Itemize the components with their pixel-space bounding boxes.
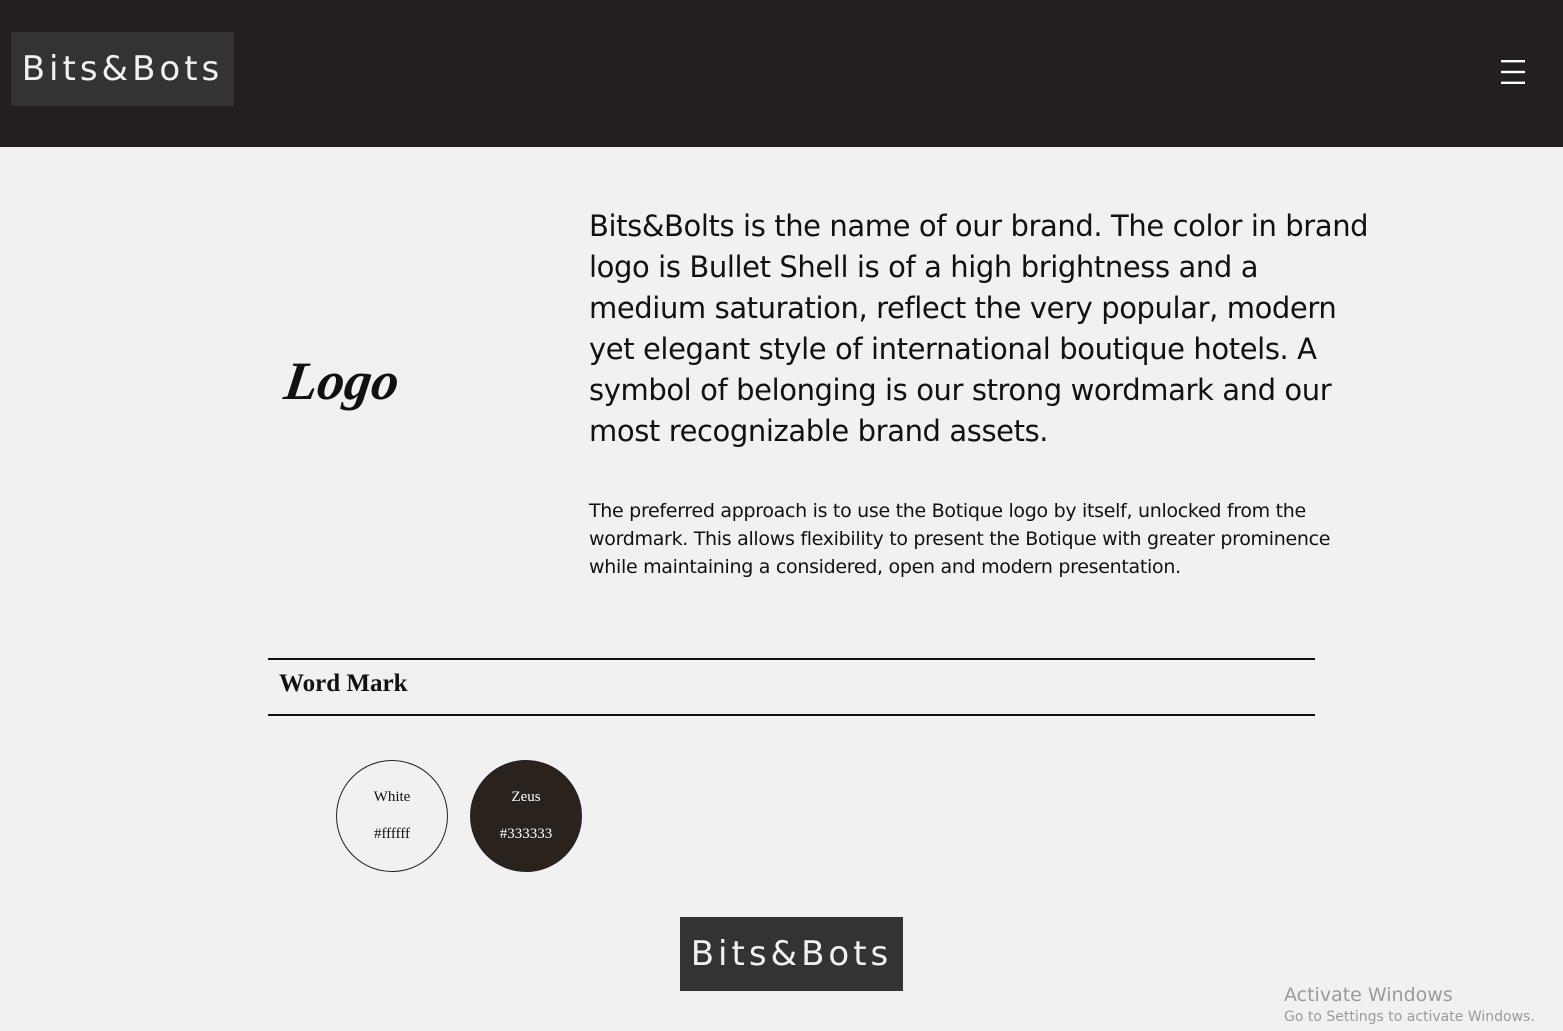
watermark-subtitle: Go to Settings to activate Windows. [1284,1009,1535,1025]
brand-intro-paragraph: Bits&Bolts is the name of our brand. The… [589,209,1369,448]
swatch-hex: #ffffff [373,826,411,842]
watermark-title: Activate Windows [1284,984,1453,1006]
swatch-name: Zeus [511,789,541,805]
footer-brand-logo[interactable]: Bits&Bots [680,917,903,991]
logo-script-word: Logo [280,351,404,411]
word-mark-title: Word Mark [279,670,408,697]
section-divider-top [268,658,1315,660]
hamburger-menu-icon[interactable] [1499,58,1527,86]
color-swatch-zeus: Zeus #333333 [470,760,582,872]
activate-windows-watermark: Activate Windows Go to Settings to activ… [1284,983,1535,1027]
swatch-name: White [373,789,411,805]
swatch-hex: #333333 [499,826,553,842]
section-divider-bottom [268,714,1315,716]
logo-usage-paragraph: The preferred approach is to use the Bot… [589,500,1331,578]
color-swatch-white: White #ffffff [336,760,448,872]
top-header: Bits&Bots [0,0,1563,147]
header-brand-logo[interactable]: Bits&Bots [11,32,234,106]
